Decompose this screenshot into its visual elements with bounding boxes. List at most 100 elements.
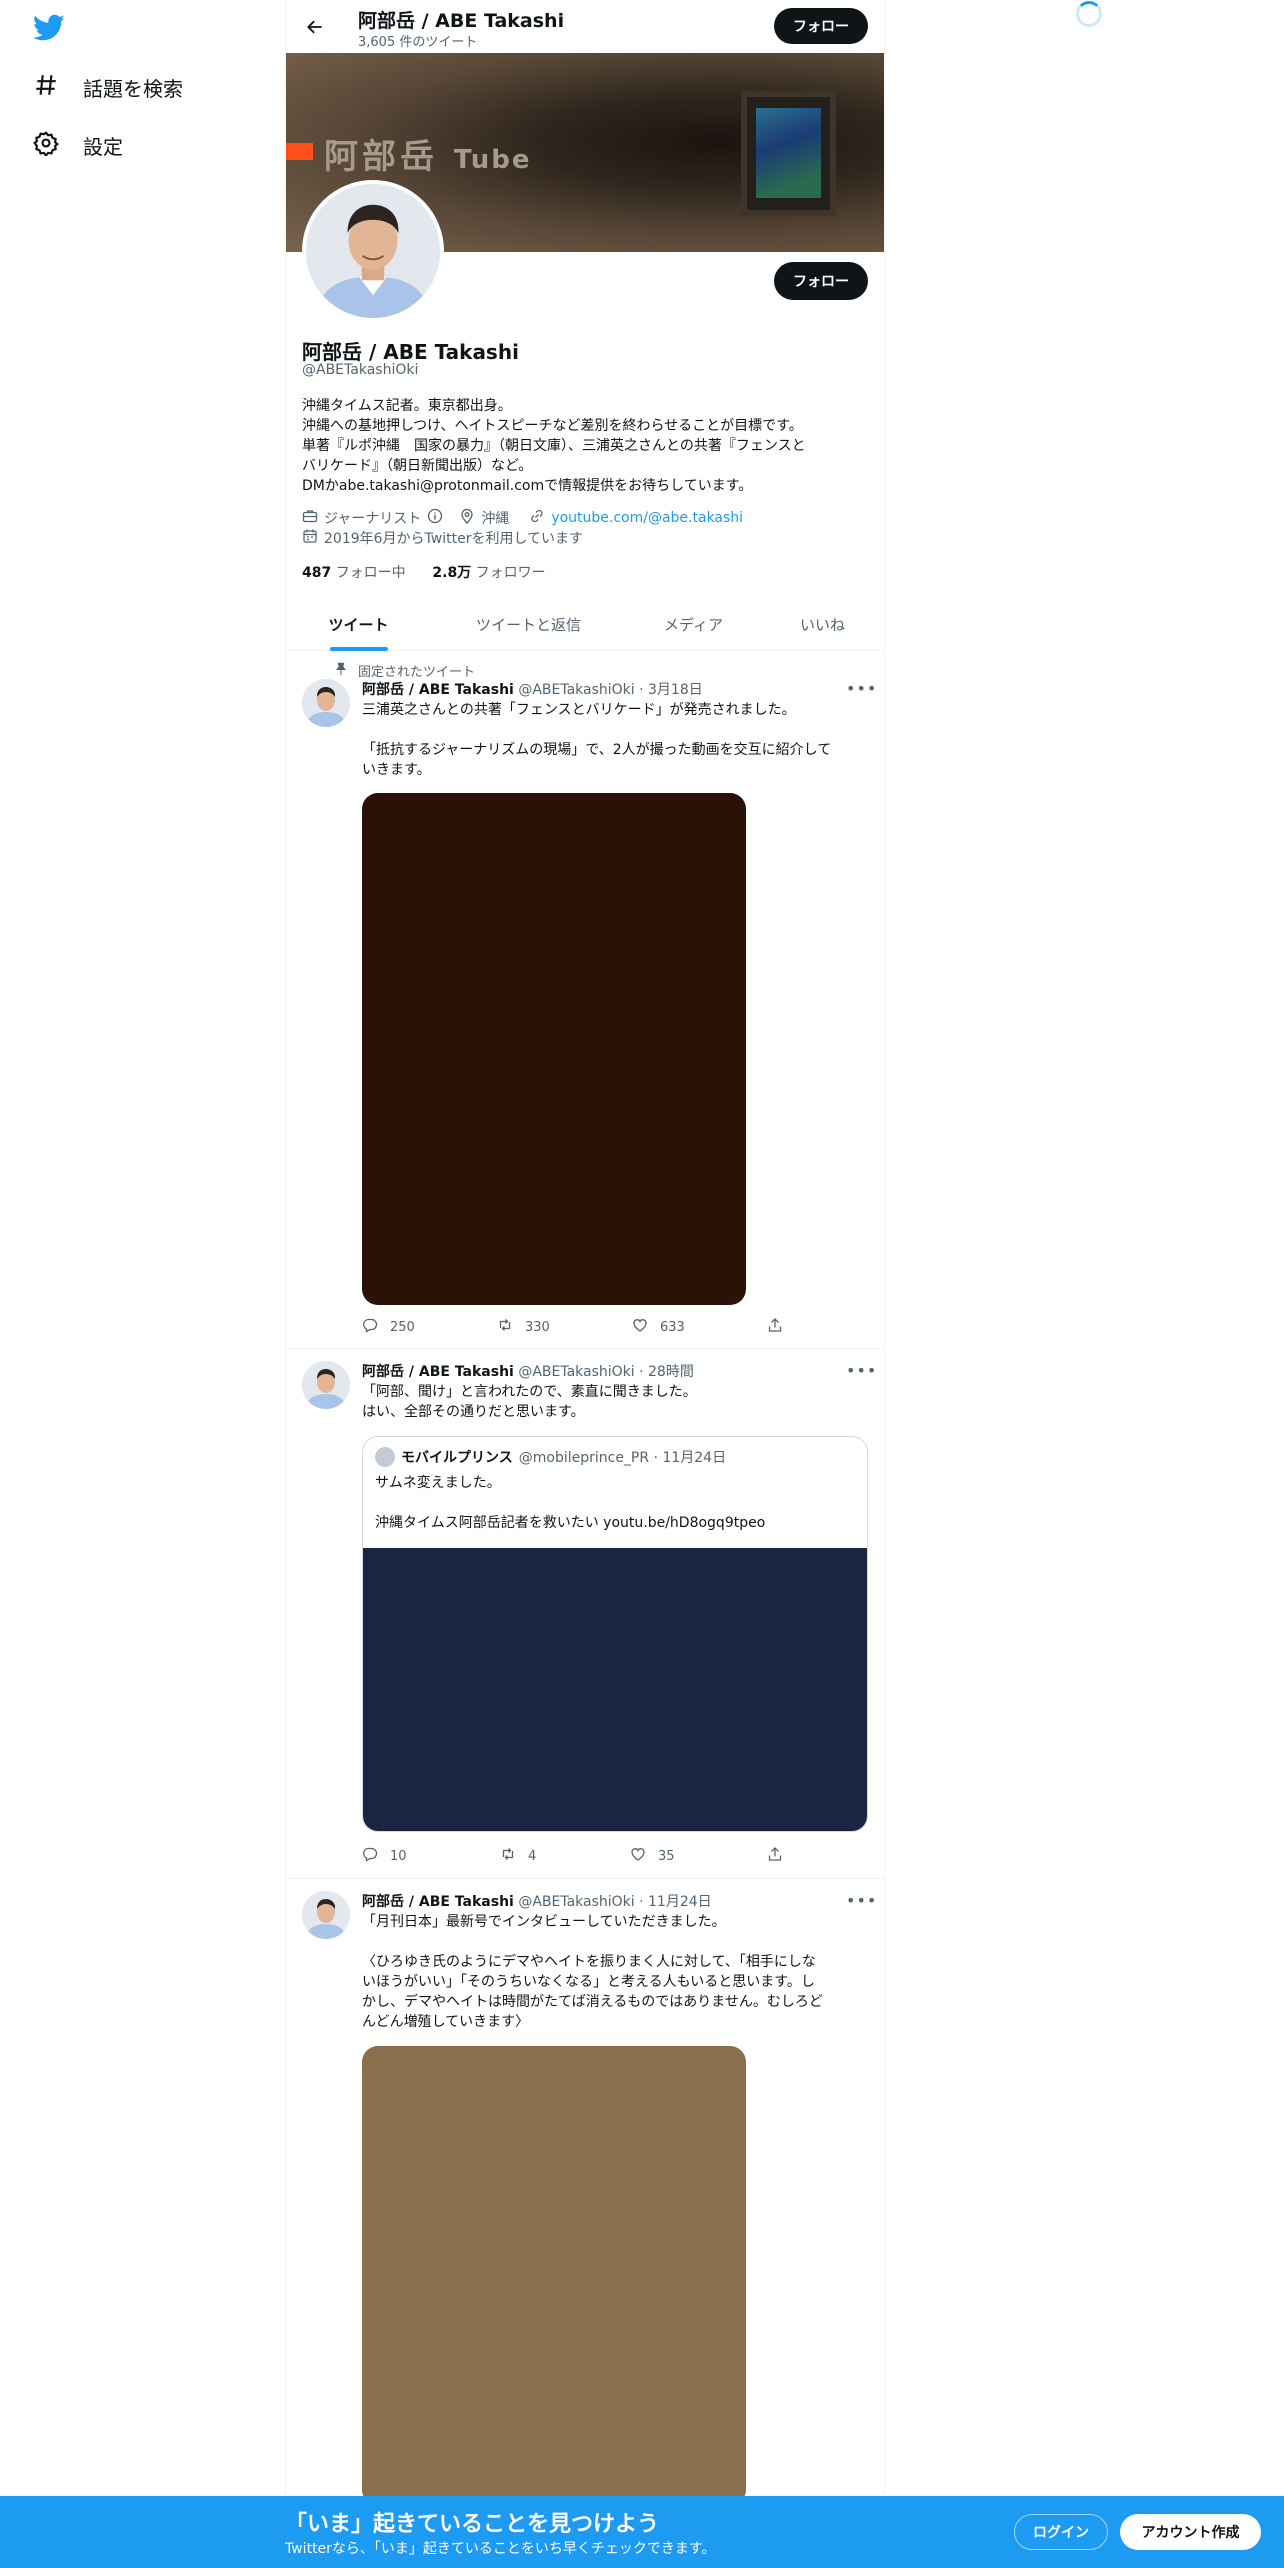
retweet-button[interactable]: 330 (497, 1317, 550, 1337)
back-arrow-icon[interactable] (300, 12, 330, 42)
header-follow-button[interactable]: フォロー (774, 8, 868, 44)
nav-explore[interactable]: 話題を検索 (33, 72, 183, 103)
signup-button[interactable]: アカウント作成 (1120, 2514, 1261, 2550)
tweet-text-line: いきます。 (362, 762, 431, 778)
banner-tunnel-light (756, 108, 821, 198)
profile-location: 沖縄 (481, 511, 510, 527)
quoted-text-line (375, 1493, 855, 1513)
quoted-author-name: モバイルプリンス (401, 1450, 513, 1466)
reply-button[interactable]: 10 (362, 1846, 407, 1866)
retweet-icon (497, 1317, 513, 1337)
tweet-author-name[interactable]: 阿部岳 / ABE Takashi (362, 682, 514, 698)
like-count: 35 (658, 1848, 675, 1864)
nav-explore-label: 話題を検索 (83, 77, 183, 101)
tweet-video[interactable] (362, 793, 746, 1305)
header-tweet-count: 3,605 件のツイート (358, 35, 478, 50)
like-icon (632, 1317, 648, 1337)
banner-title: 阿部岳 Tube (324, 129, 531, 178)
banner-title-sub: Tube (453, 145, 532, 175)
tweet-author-name[interactable]: 阿部岳 / ABE Takashi (362, 1364, 514, 1380)
profile-stats: 487 フォロー中 2.8万 フォロワー (302, 562, 546, 582)
following-link[interactable]: 487 フォロー中 (302, 565, 406, 581)
reply-icon (362, 1846, 378, 1866)
nav-settings-label: 設定 (83, 135, 123, 159)
more-icon[interactable]: ••• (846, 1891, 876, 1910)
signup-banner-title: 「いま」起きていることを見つけよう (285, 2512, 660, 2537)
like-button[interactable]: 35 (630, 1846, 675, 1866)
retweet-icon (500, 1846, 516, 1866)
tweet-author-meta[interactable]: @ABETakashiOki · 3月18日 (518, 682, 702, 698)
tab-media-label: メディア (664, 616, 723, 634)
profile-job: ジャーナリスト (324, 511, 422, 527)
tweet-text-line: 「月刊日本」最新号でインタビューしていただきました。 (362, 1914, 726, 1930)
tweet-header: 阿部岳 / ABE Takashi @ABETakashiOki · 3月18日 (362, 679, 703, 699)
followers-count: 2.8万 (432, 565, 472, 581)
reply-count: 250 (390, 1319, 415, 1335)
pin-icon (334, 662, 348, 680)
tweet-avatar[interactable] (302, 679, 350, 727)
profile-link[interactable]: youtube.com/@abe.takashi (551, 510, 743, 526)
like-icon (630, 1846, 646, 1866)
tab-likes[interactable]: いいね (761, 598, 884, 651)
tweet-author-name[interactable]: 阿部岳 / ABE Takashi (362, 1894, 514, 1910)
tab-tweets-label: ツイート (328, 616, 389, 634)
profile-column: 阿部岳 / ABE Takashi 3,605 件のツイート フォロー 阿部岳 … (285, 0, 885, 2568)
tweet-actions: 10 4 35 (362, 1846, 788, 1866)
twitter-logo-icon[interactable] (33, 14, 65, 42)
tweet-image[interactable] (362, 2046, 746, 2506)
share-icon[interactable] (767, 1846, 783, 1862)
followers-link[interactable]: 2.8万 フォロワー (432, 565, 545, 581)
quoted-tweet-media[interactable] (363, 1548, 867, 1831)
more-icon[interactable]: ••• (846, 679, 876, 698)
tweet-text-line (362, 720, 868, 740)
tweet[interactable]: 固定されたツイート 阿部岳 / ABE Takashi @ABETakashiO… (286, 651, 884, 1349)
reply-button[interactable]: 250 (362, 1317, 415, 1337)
following-count: 487 (302, 565, 332, 581)
info-icon[interactable] (427, 508, 443, 528)
tab-tweets[interactable]: ツイート (286, 598, 431, 651)
tweet-author-meta[interactable]: @ABETakashiOki · 11月24日 (518, 1894, 711, 1910)
banner-accent-stripe (286, 143, 313, 160)
quoted-text-line: 沖縄タイムス阿部岳記者を救いたい youtu.be/hD8ogq9tpeo (375, 1515, 766, 1531)
quoted-tweet-avatar (375, 1447, 395, 1467)
tweet[interactable]: 阿部岳 / ABE Takashi @ABETakashiOki · 28時間 … (286, 1349, 884, 1879)
like-button[interactable]: 633 (632, 1317, 685, 1337)
nav-settings[interactable]: 設定 (33, 130, 123, 161)
reply-icon (362, 1317, 378, 1337)
tweet-text-line: 三浦英之さんとの共著「フェンスとバリケード」が発売されました。 (362, 702, 796, 718)
profile-name: 阿部岳 / ABE Takashi (302, 340, 519, 364)
profile-tabs: ツイート ツイートと返信 メディア いいね (286, 598, 884, 651)
tweet-text-line: かし、デマやヘイトは時間がたてば消えるものではありません。むしろど (362, 1994, 823, 2010)
profile-handle: @ABETakashiOki (302, 362, 419, 378)
tab-tweets-and-replies[interactable]: ツイートと返信 (431, 598, 626, 651)
tweet-avatar[interactable] (302, 1361, 350, 1409)
bio-line: 単著『ルポ沖縄 国家の暴力』（朝日文庫）、三浦英之さんとの共著『フェンスと (302, 438, 806, 454)
banner-title-main: 阿部岳 (324, 137, 438, 177)
retweet-button[interactable]: 4 (500, 1846, 536, 1866)
signup-banner: 「いま」起きていることを見つけよう Twitterなら、「いま」起きていることを… (0, 2496, 1284, 2568)
tweet-author-meta[interactable]: @ABETakashiOki · 28時間 (518, 1364, 694, 1380)
profile-avatar[interactable] (302, 180, 444, 322)
profile-meta-row: ジャーナリスト 沖縄 youtube.com/@abe.takashi (302, 508, 743, 528)
tab-likes-label: いいね (799, 616, 845, 634)
tweet-text-line: いほうがいい」「そのうちいなくなる」と考える人もいると思います。し (362, 1974, 815, 1990)
tab-media[interactable]: メディア (626, 598, 761, 651)
retweet-count: 4 (528, 1848, 537, 1864)
loading-spinner-icon (1076, 1, 1102, 27)
tweet-text-line: 「阿部、聞け」と言われたので、素直に聞きました。 (362, 1384, 697, 1400)
tweet-text: 「阿部、聞け」と言われたので、素直に聞きました。 はい、全部その通りだと思います… (362, 1382, 868, 1422)
tweet-text-line: 「抵抗するジャーナリズムの現場」で、2人が撮った動画を交互に紹介して (362, 742, 832, 758)
login-button[interactable]: ログイン (1014, 2514, 1108, 2550)
profile-follow-button[interactable]: フォロー (774, 262, 868, 300)
share-icon[interactable] (767, 1317, 783, 1333)
quoted-tweet-header: モバイルプリンス @mobileprince_PR · 11月24日 (375, 1447, 726, 1467)
tweet-avatar[interactable] (302, 1891, 350, 1939)
more-icon[interactable]: ••• (846, 1361, 876, 1380)
quoted-tweet[interactable]: モバイルプリンス @mobileprince_PR · 11月24日 サムネ変え… (362, 1436, 868, 1832)
tweet[interactable]: 阿部岳 / ABE Takashi @ABETakashiOki · 11月24… (286, 1879, 884, 2506)
quoted-author-meta: @mobileprince_PR · 11月24日 (518, 1450, 727, 1466)
signup-banner-subtitle: Twitterなら、「いま」起きていることをいち早くチェックできます。 (285, 2541, 716, 2557)
retweet-count: 330 (525, 1319, 550, 1335)
profile-header: 阿部岳 / ABE Takashi 3,605 件のツイート フォロー (286, 0, 884, 53)
quoted-text-line: サムネ変えました。 (375, 1475, 501, 1491)
